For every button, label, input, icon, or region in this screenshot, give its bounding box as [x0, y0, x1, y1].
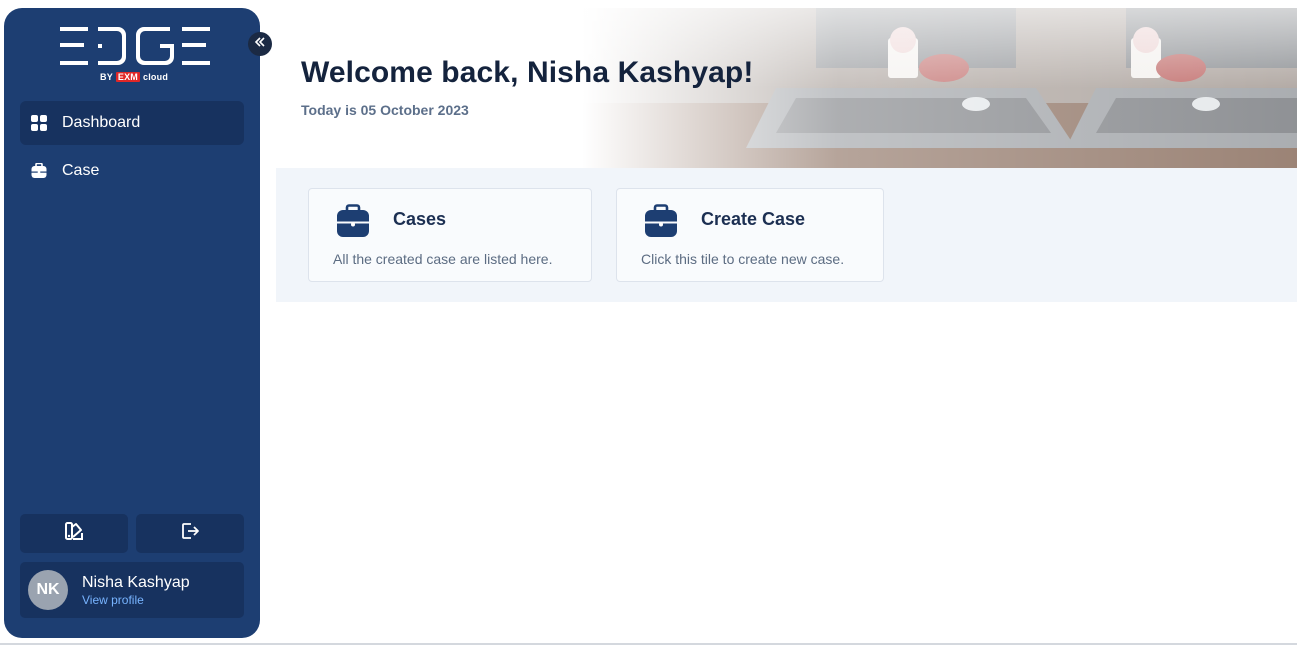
logo-byline: BY EXM cloud: [100, 72, 168, 82]
tiles-area: Cases All the created case are listed he…: [276, 168, 1297, 302]
logout-icon: [180, 521, 200, 546]
briefcase-icon: [643, 203, 679, 239]
welcome-banner: Welcome back, Nisha Kashyap! Today is 05…: [276, 8, 1297, 168]
grid-icon: [30, 114, 48, 132]
page-title: Welcome back, Nisha Kashyap!: [301, 56, 754, 89]
logo-brand: EXM: [115, 72, 141, 82]
tile-title: Create Case: [701, 209, 806, 229]
logout-button[interactable]: [136, 514, 244, 553]
profile-name: Nisha Kashyap: [82, 573, 190, 591]
tile-title: Cases: [393, 209, 447, 229]
theme-button[interactable]: [20, 514, 128, 553]
collapse-sidebar-button[interactable]: [248, 32, 272, 56]
tile-cases[interactable]: Cases All the created case are listed he…: [308, 188, 592, 282]
tile-description: Click this tile to create new case.: [641, 251, 845, 267]
edge-logo: [60, 27, 210, 65]
profile-card[interactable]: NK Nisha Kashyap View profile: [20, 562, 244, 618]
briefcase-icon: [335, 203, 371, 239]
double-chevron-left-icon: [254, 35, 266, 53]
sidebar-item-label: Case: [62, 162, 100, 179]
sidebar-item-case[interactable]: Case: [20, 149, 244, 193]
logo-cloud: cloud: [143, 72, 169, 82]
sidebar-item-dashboard[interactable]: Dashboard: [20, 101, 244, 145]
sidebar-item-label: Dashboard: [62, 114, 141, 131]
avatar: NK: [28, 570, 68, 610]
view-profile-link[interactable]: View profile: [82, 593, 190, 607]
sidebar: BY EXM cloud Dashboard Case NK Nisha Kas…: [4, 8, 260, 638]
today-date: Today is 05 October 2023: [301, 102, 469, 118]
theme-swatch-icon: [64, 521, 84, 546]
tile-description: All the created case are listed here.: [333, 251, 553, 267]
briefcase-icon: [30, 162, 48, 180]
tile-create-case[interactable]: Create Case Click this tile to create ne…: [616, 188, 884, 282]
logo-by: BY: [100, 72, 113, 82]
